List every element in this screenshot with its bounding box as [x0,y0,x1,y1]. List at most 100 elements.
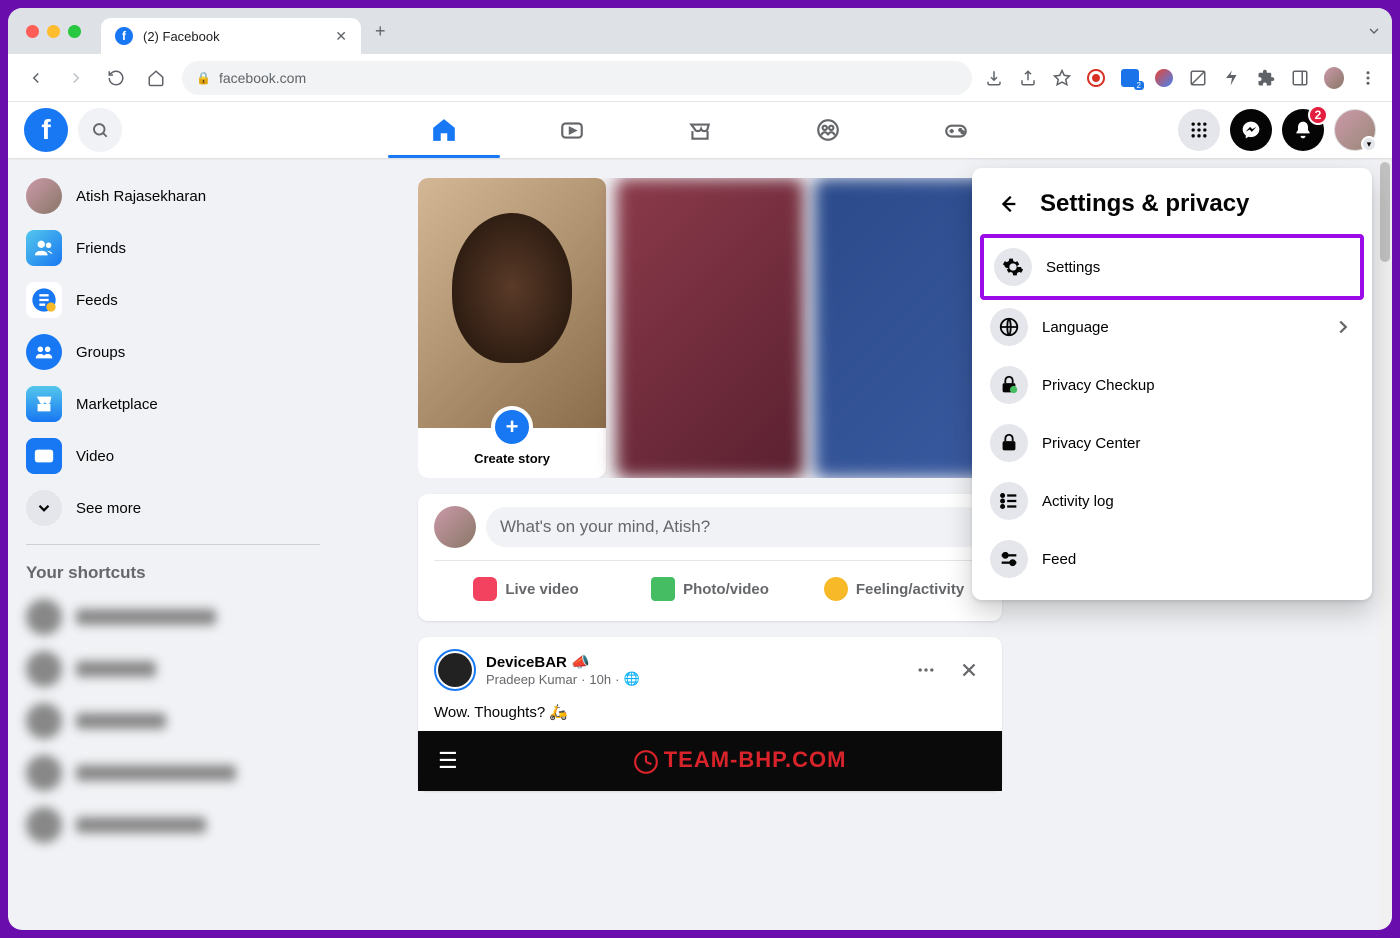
avatar-icon[interactable] [434,506,476,548]
popup-item-feed[interactable]: Feed [980,530,1364,588]
reload-button[interactable] [102,64,130,92]
sidebar-item-label: Groups [76,344,125,361]
sidebar-item-profile[interactable]: Atish Rajasekharan [16,170,330,222]
post-close-icon[interactable] [952,653,986,687]
popup-item-activity-log[interactable]: Activity log [980,472,1364,530]
tab-watch[interactable] [512,102,632,158]
back-button[interactable] [990,186,1026,222]
lock-icon: 🔒 [196,71,211,85]
extension-2-icon[interactable]: 2 [1120,68,1140,88]
popup-item-label: Feed [1042,551,1354,568]
chevron-down-icon [26,490,62,526]
avatar-icon [26,178,62,214]
sidebar-item-marketplace[interactable]: Marketplace [16,378,330,430]
popup-item-label: Activity log [1042,493,1354,510]
facebook-logo[interactable]: f [24,108,68,152]
tab-marketplace[interactable] [640,102,760,158]
home-button[interactable] [142,64,170,92]
maximize-window[interactable] [68,25,81,38]
tab-home[interactable] [384,102,504,158]
popup-item-label: Privacy Center [1042,435,1354,452]
extension-1-icon[interactable] [1086,68,1106,88]
sidebar-item-label: Feeds [76,292,118,309]
shortcut-item[interactable] [16,695,330,747]
side-panel-icon[interactable] [1290,68,1310,88]
globe-icon: 🌐 [623,671,639,687]
extensions-menu-icon[interactable] [1256,68,1276,88]
post-text: Wow. Thoughts? 🛵 [418,703,1002,731]
photo-icon [651,577,675,601]
post-time[interactable]: 10h [589,672,611,687]
popup-item-privacy-center[interactable]: Privacy Center [980,414,1364,472]
window-controls [26,25,81,38]
back-button[interactable] [22,64,50,92]
profile-icon[interactable] [1324,68,1344,88]
header-right: 2 ▾ [1178,109,1376,151]
post-page-name[interactable]: DeviceBAR [486,654,567,671]
popup-item-settings[interactable]: Settings [984,238,1360,296]
shortcut-item[interactable] [16,799,330,851]
extension-4-icon[interactable] [1188,68,1208,88]
post-author[interactable]: Pradeep Kumar [486,672,577,687]
sidebar-item-friends[interactable]: Friends [16,222,330,274]
feeling-button[interactable]: Feeling/activity [802,569,986,609]
sidebar-item-video[interactable]: Video [16,430,330,482]
extension-icons: 2 [984,68,1378,88]
post-more-icon[interactable] [910,654,942,686]
live-video-button[interactable]: Live video [434,569,618,609]
create-story-label: Create story [474,451,550,466]
tab-groups[interactable] [768,102,888,158]
star-icon[interactable] [1052,68,1072,88]
post-image[interactable]: ☰ TEAM-BHP.COM [418,731,1002,791]
sliders-icon [990,540,1028,578]
notifications-button[interactable]: 2 [1282,109,1324,151]
marketplace-icon [26,386,62,422]
shortcut-item[interactable] [16,643,330,695]
shortcut-item[interactable] [16,747,330,799]
sidebar-item-groups[interactable]: Groups [16,326,330,378]
tab-overflow-icon[interactable] [1366,23,1382,39]
popup-item-language[interactable]: Language [980,298,1364,356]
search-button[interactable] [78,108,122,152]
notifications-badge: 2 [1308,105,1328,125]
feed-post: DeviceBAR 📣 Pradeep Kumar · 10h · 🌐 Wow.… [418,637,1002,791]
story-card[interactable] [616,178,804,478]
close-window[interactable] [26,25,39,38]
live-video-label: Live video [505,581,578,598]
extension-5-icon[interactable] [1222,68,1242,88]
close-tab-icon[interactable]: ✕ [335,28,347,45]
share-icon[interactable] [1018,68,1038,88]
new-tab-button[interactable]: + [375,21,386,42]
post-img-logo: TEAM-BHP.COM [664,747,847,772]
download-icon[interactable] [984,68,1004,88]
address-bar: 🔒 facebook.com 2 [8,54,1392,102]
tab-gaming[interactable] [896,102,1016,158]
stories-row: + Create story [418,178,1002,478]
photo-video-button[interactable]: Photo/video [618,569,802,609]
minimize-window[interactable] [47,25,60,38]
menu-button[interactable] [1178,109,1220,151]
feed: + Create story What's on your mind, Atis… [410,158,1010,930]
post-avatar[interactable] [434,649,476,691]
browser-tab[interactable]: f (2) Facebook ✕ [101,18,361,54]
account-menu[interactable]: ▾ [1334,109,1376,151]
sidebar-item-feeds[interactable]: Feeds [16,274,330,326]
live-video-icon [473,577,497,601]
gear-icon [994,248,1032,286]
composer-input[interactable]: What's on your mind, Atish? [486,507,986,547]
extension-3-icon[interactable] [1154,68,1174,88]
sidebar-item-see-more[interactable]: See more [16,482,330,534]
create-story-card[interactable]: + Create story [418,178,606,478]
popup-item-privacy-checkup[interactable]: Privacy Checkup [980,356,1364,414]
forward-button[interactable] [62,64,90,92]
chrome-menu-icon[interactable] [1358,68,1378,88]
messenger-button[interactable] [1230,109,1272,151]
popup-item-label: Language [1042,319,1318,336]
photo-video-label: Photo/video [683,581,769,598]
feeds-icon [26,282,62,318]
url-input[interactable]: 🔒 facebook.com [182,61,972,95]
groups-icon [26,334,62,370]
list-icon [990,482,1028,520]
shortcut-item[interactable] [16,591,330,643]
popup-title: Settings & privacy [1040,190,1249,218]
